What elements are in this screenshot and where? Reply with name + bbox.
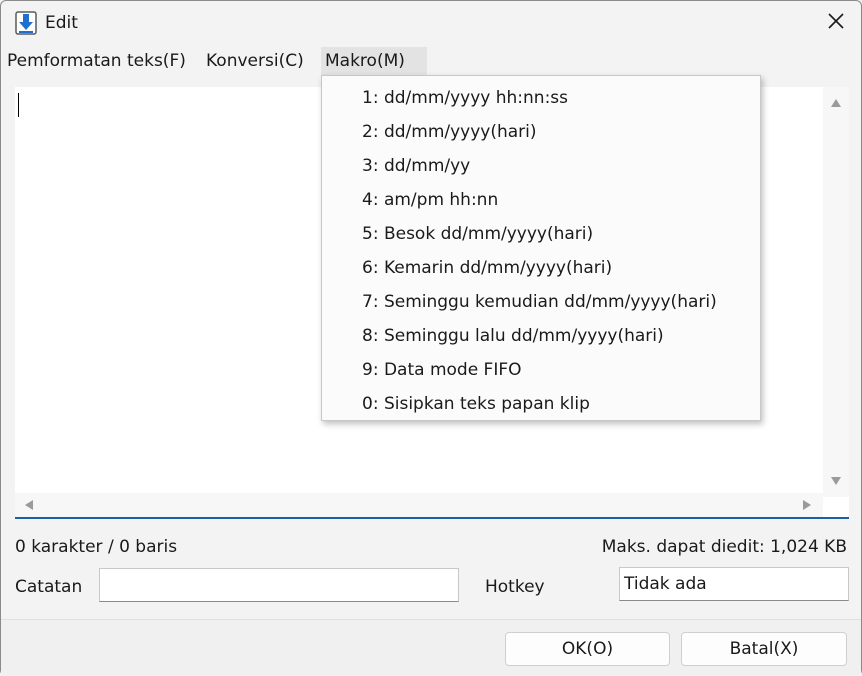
title-bar: Edit: [1, 1, 861, 45]
hotkey-label: Hotkey: [485, 577, 545, 597]
macro-item-2[interactable]: 2: dd/mm/yyyy(hari): [322, 115, 760, 149]
ok-button[interactable]: OK(O): [505, 632, 670, 666]
macro-item-0[interactable]: 0: Sisipkan teks papan klip: [322, 387, 760, 421]
max-size-info: Maks. dapat diedit: 1,024 KB: [601, 537, 847, 557]
scroll-right-icon[interactable]: [803, 500, 811, 510]
scroll-left-icon[interactable]: [25, 500, 33, 510]
menu-text-formatting[interactable]: Pemformatan teks(F): [3, 47, 190, 75]
note-label: Catatan: [15, 577, 83, 597]
macro-item-3[interactable]: 3: dd/mm/yy: [322, 149, 760, 183]
vertical-scrollbar[interactable]: [823, 87, 849, 497]
text-caret: [18, 93, 19, 117]
note-input[interactable]: [99, 568, 459, 602]
edit-dialog: Edit Pemformatan teks(F) Konversi(C) Mak…: [0, 0, 862, 676]
window-title: Edit: [45, 13, 78, 33]
hotkey-field[interactable]: Tidak ada: [619, 567, 849, 601]
scroll-up-icon[interactable]: [831, 99, 841, 107]
macro-item-5[interactable]: 5: Besok dd/mm/yyyy(hari): [322, 217, 760, 251]
horizontal-scrollbar[interactable]: [15, 493, 823, 517]
macro-item-8[interactable]: 8: Seminggu lalu dd/mm/yyyy(hari): [322, 319, 760, 353]
download-arrow-icon: [15, 11, 37, 35]
close-icon: [827, 12, 845, 35]
menu-macro[interactable]: Makro(M): [321, 47, 427, 75]
character-count: 0 karakter / 0 baris: [15, 537, 178, 557]
macro-item-4[interactable]: 4: am/pm hh:nn: [322, 183, 760, 217]
cancel-button[interactable]: Batal(X): [681, 632, 847, 666]
macro-item-9[interactable]: 9: Data mode FIFO: [322, 353, 760, 387]
dialog-footer: OK(O) Batal(X): [1, 619, 861, 676]
menu-bar: Pemformatan teks(F) Konversi(C) Makro(M): [1, 47, 861, 75]
macro-item-7[interactable]: 7: Seminggu kemudian dd/mm/yyyy(hari): [322, 285, 760, 319]
macro-item-6[interactable]: 6: Kemarin dd/mm/yyyy(hari): [322, 251, 760, 285]
menu-conversion[interactable]: Konversi(C): [202, 47, 308, 75]
close-button[interactable]: [811, 1, 861, 45]
macro-item-1[interactable]: 1: dd/mm/yyyy hh:nn:ss: [322, 81, 760, 115]
scroll-down-icon[interactable]: [831, 477, 841, 485]
macro-dropdown-menu: 1: dd/mm/yyyy hh:nn:ss 2: dd/mm/yyyy(har…: [321, 75, 761, 421]
